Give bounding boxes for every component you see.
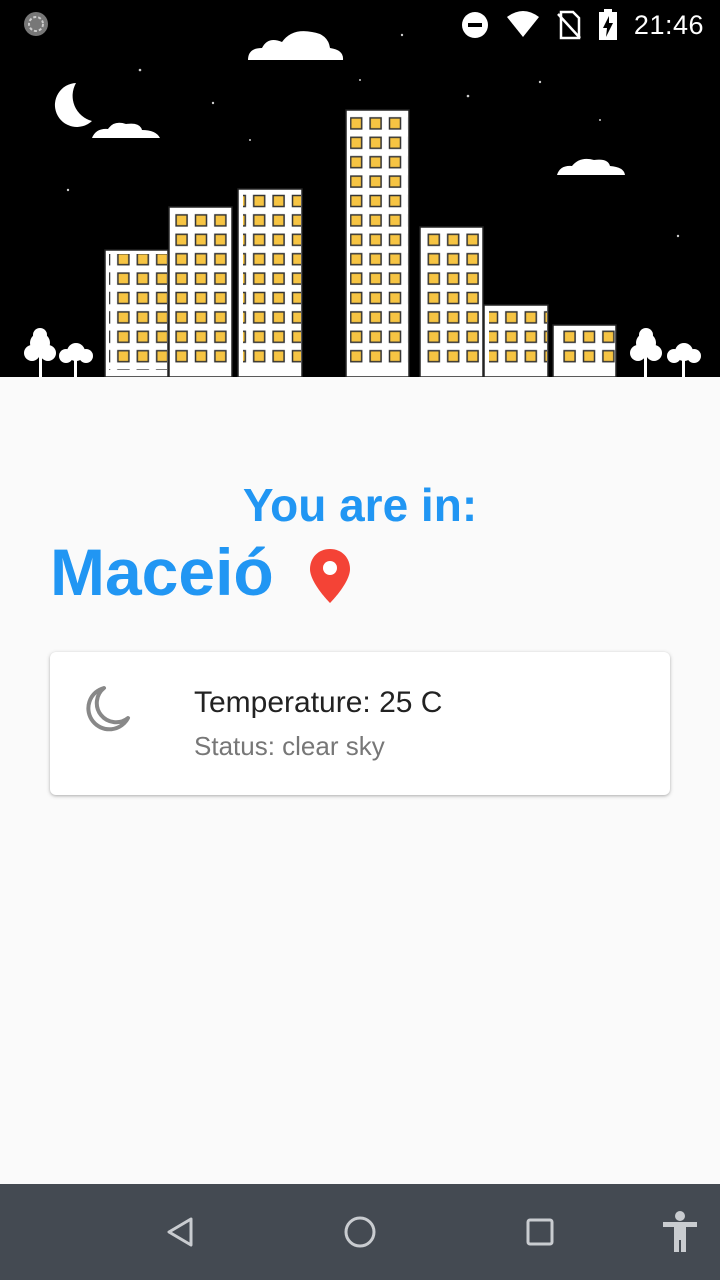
city-skyline-image — [24, 31, 701, 377]
do-not-disturb-icon — [461, 12, 488, 38]
weather-status-text: Status: clear sky — [194, 731, 385, 761]
wifi-icon — [506, 11, 539, 37]
clock: 21:46 — [633, 9, 704, 40]
weather-card[interactable]: Temperature: 25 C Status: clear sky — [50, 652, 670, 795]
no-sim-icon — [557, 10, 581, 40]
recents-button[interactable] — [516, 1208, 564, 1256]
location-pin-icon — [309, 549, 350, 603]
recents-icon — [526, 1218, 554, 1246]
header-illustration — [0, 0, 720, 377]
back-icon — [167, 1217, 193, 1247]
home-button[interactable] — [336, 1208, 384, 1256]
moon-icon — [86, 686, 130, 732]
sync-icon — [24, 12, 48, 36]
location-heading: You are in: — [242, 479, 478, 531]
accessibility-button[interactable] — [656, 1208, 704, 1256]
main-content: You are in: Maceió Temperature: 25 C Sta… — [0, 377, 720, 1184]
temperature-text: Temperature: 25 C — [194, 686, 443, 719]
moon-icon — [54, 83, 92, 127]
city-name: Maceió — [50, 535, 274, 609]
navigation-bar — [0, 1184, 720, 1280]
home-icon — [344, 1216, 376, 1248]
battery-charging-icon — [598, 9, 617, 40]
city-row: Maceió — [50, 537, 352, 607]
status-bar: 21:46 — [0, 0, 720, 50]
accessibility-icon — [663, 1211, 697, 1252]
back-button[interactable] — [156, 1208, 204, 1256]
